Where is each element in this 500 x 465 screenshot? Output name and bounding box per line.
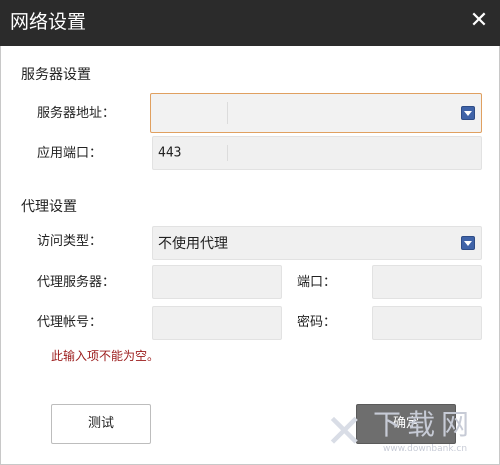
- proxy-port-input[interactable]: [372, 265, 482, 299]
- proxy-settings-heading: 代理设置: [21, 199, 77, 215]
- app-port-value: 443: [158, 145, 182, 161]
- window-title: 网络设置: [10, 11, 87, 33]
- app-port-input[interactable]: 443: [152, 136, 482, 170]
- server-address-dropdown[interactable]: [150, 93, 482, 133]
- validation-error: 此输入项不能为空。: [51, 349, 160, 363]
- proxy-port-label: 端口：: [297, 275, 337, 290]
- ok-button[interactable]: 确定: [356, 404, 456, 444]
- chevron-down-icon[interactable]: [461, 106, 475, 120]
- server-settings-heading: 服务器设置: [21, 67, 91, 83]
- server-address-label: 服务器地址：: [37, 106, 116, 121]
- access-type-dropdown[interactable]: 不使用代理: [152, 226, 482, 260]
- dialog-body: 服务器设置 服务器地址： 应用端口： 443 代理设置 访问类型： 不使用代理 …: [0, 46, 500, 465]
- text-divider: [227, 145, 228, 161]
- app-port-label: 应用端口：: [37, 146, 103, 161]
- proxy-server-label: 代理服务器：: [37, 275, 116, 290]
- text-divider: [227, 102, 228, 124]
- title-bar: 网络设置 ✕: [0, 0, 500, 46]
- test-button[interactable]: 测试: [51, 404, 151, 444]
- proxy-password-input[interactable]: [372, 306, 482, 340]
- close-icon[interactable]: ✕: [466, 8, 492, 34]
- chevron-down-icon[interactable]: [461, 236, 475, 250]
- proxy-password-label: 密码：: [297, 315, 337, 330]
- watermark-url: www.downbank.cn: [383, 444, 468, 454]
- proxy-account-input[interactable]: [152, 306, 282, 340]
- access-type-value: 不使用代理: [158, 236, 228, 252]
- proxy-server-input[interactable]: [152, 265, 282, 299]
- access-type-label: 访问类型：: [37, 234, 103, 249]
- proxy-account-label: 代理帐号：: [37, 315, 103, 330]
